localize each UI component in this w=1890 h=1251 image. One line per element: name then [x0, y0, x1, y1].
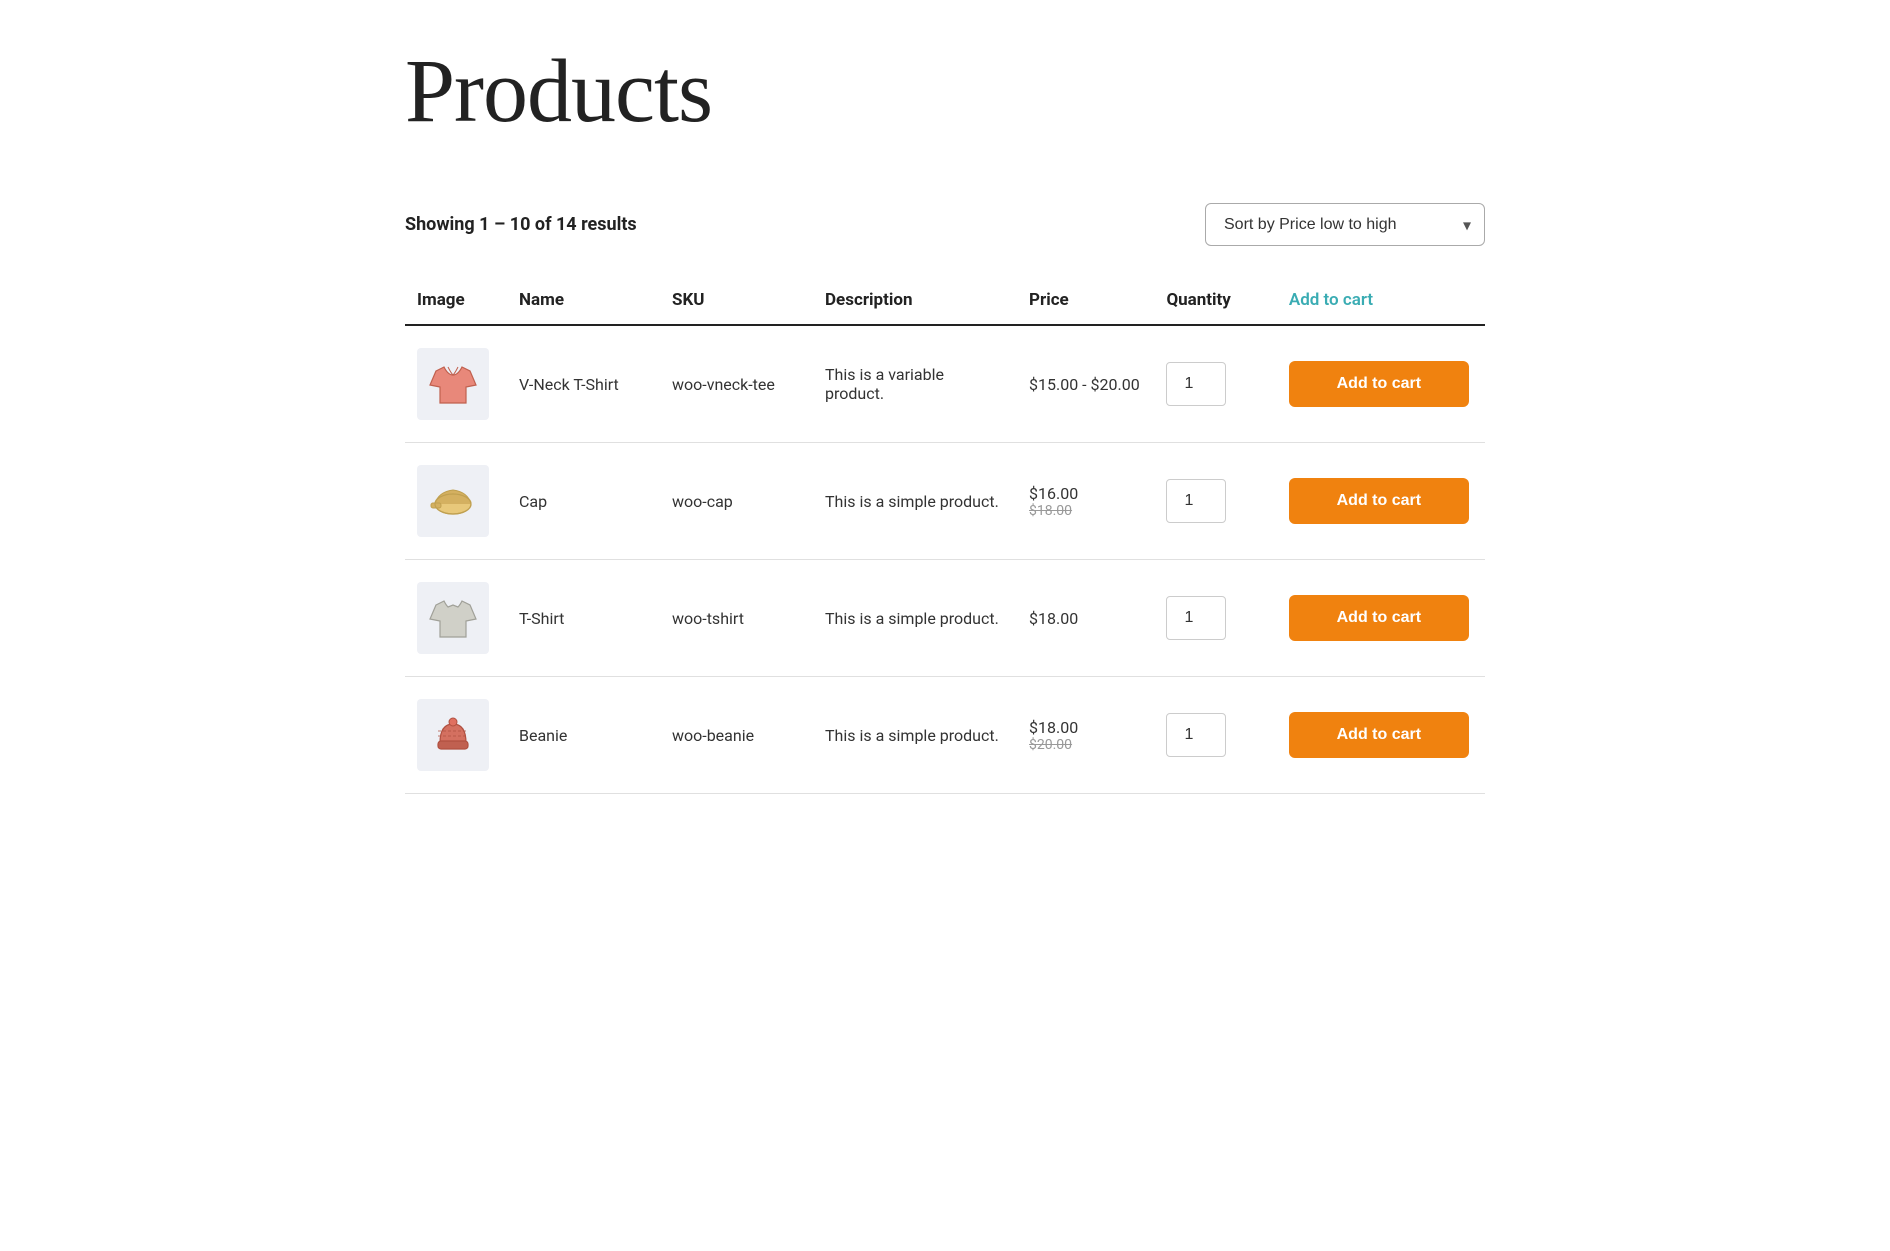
- product-name: T-Shirt: [507, 560, 660, 677]
- product-price: $18.00: [1017, 560, 1154, 677]
- add-to-cart-button[interactable]: Add to cart: [1289, 712, 1469, 758]
- price-original: $18.00: [1029, 503, 1142, 519]
- col-header-image: Image: [405, 276, 507, 325]
- product-image: [417, 699, 489, 771]
- sort-wrapper[interactable]: Sort by Price low to highSort by Price h…: [1205, 203, 1485, 246]
- product-sku: woo-vneck-tee: [660, 325, 813, 443]
- add-to-cart-button[interactable]: Add to cart: [1289, 478, 1469, 524]
- product-sku: woo-cap: [660, 443, 813, 560]
- price-current: $18.00: [1029, 609, 1142, 628]
- quantity-input[interactable]: [1166, 479, 1226, 523]
- results-count: Showing 1 – 10 of 14 results: [405, 214, 637, 235]
- table-row: T-Shirtwoo-tshirtThis is a simple produc…: [405, 560, 1485, 677]
- product-description: This is a simple product.: [813, 677, 1017, 794]
- add-to-cart-cell: Add to cart: [1277, 677, 1485, 794]
- table-row: V-Neck T-Shirtwoo-vneck-teeThis is a var…: [405, 325, 1485, 443]
- product-description: This is a simple product.: [813, 443, 1017, 560]
- product-price: $15.00 - $20.00: [1017, 325, 1154, 443]
- add-to-cart-cell: Add to cart: [1277, 560, 1485, 677]
- table-header-row: Image Name SKU Description Price Quantit…: [405, 276, 1485, 325]
- product-quantity-cell: [1154, 677, 1276, 794]
- price-current: $15.00 - $20.00: [1029, 375, 1142, 394]
- col-header-add-to-cart: Add to cart: [1277, 276, 1485, 325]
- product-sku: woo-beanie: [660, 677, 813, 794]
- product-description: This is a simple product.: [813, 560, 1017, 677]
- product-image-cell: [405, 560, 507, 677]
- col-header-sku: SKU: [660, 276, 813, 325]
- price-current: $18.00: [1029, 718, 1142, 737]
- product-price: $18.00$20.00: [1017, 677, 1154, 794]
- col-header-quantity: Quantity: [1154, 276, 1276, 325]
- product-name: Beanie: [507, 677, 660, 794]
- product-sku: woo-tshirt: [660, 560, 813, 677]
- product-price: $16.00$18.00: [1017, 443, 1154, 560]
- col-header-name: Name: [507, 276, 660, 325]
- table-row: Beaniewoo-beanieThis is a simple product…: [405, 677, 1485, 794]
- page-title: Products: [405, 40, 1485, 143]
- price-current: $16.00: [1029, 484, 1142, 503]
- quantity-input[interactable]: [1166, 362, 1226, 406]
- product-image-cell: [405, 443, 507, 560]
- product-quantity-cell: [1154, 560, 1276, 677]
- product-image: [417, 582, 489, 654]
- add-to-cart-cell: Add to cart: [1277, 443, 1485, 560]
- product-image-cell: [405, 325, 507, 443]
- price-original: $20.00: [1029, 737, 1142, 753]
- col-header-description: Description: [813, 276, 1017, 325]
- toolbar: Showing 1 – 10 of 14 results Sort by Pri…: [405, 203, 1485, 246]
- quantity-input[interactable]: [1166, 713, 1226, 757]
- quantity-input[interactable]: [1166, 596, 1226, 640]
- add-to-cart-button[interactable]: Add to cart: [1289, 595, 1469, 641]
- product-table: Image Name SKU Description Price Quantit…: [405, 276, 1485, 794]
- product-quantity-cell: [1154, 443, 1276, 560]
- product-quantity-cell: [1154, 325, 1276, 443]
- product-name: V-Neck T-Shirt: [507, 325, 660, 443]
- add-to-cart-button[interactable]: Add to cart: [1289, 361, 1469, 407]
- product-image-cell: [405, 677, 507, 794]
- product-name: Cap: [507, 443, 660, 560]
- product-description: This is a variable product.: [813, 325, 1017, 443]
- col-header-price: Price: [1017, 276, 1154, 325]
- add-to-cart-cell: Add to cart: [1277, 325, 1485, 443]
- sort-select[interactable]: Sort by Price low to highSort by Price h…: [1205, 203, 1485, 246]
- table-row: Capwoo-capThis is a simple product.$16.0…: [405, 443, 1485, 560]
- product-image: [417, 465, 489, 537]
- product-image: [417, 348, 489, 420]
